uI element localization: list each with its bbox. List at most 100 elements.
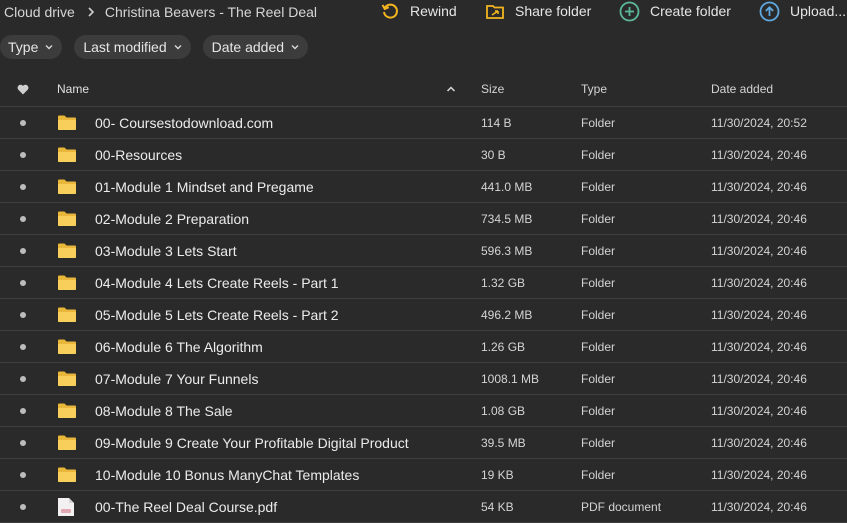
file-name: 05-Module 5 Lets Create Reels - Part 2: [95, 306, 339, 323]
favourite-column-header[interactable]: [17, 72, 29, 106]
folder-icon: [57, 107, 77, 138]
top-bar: Cloud drive Christina Beavers - The Reel…: [0, 0, 847, 24]
filter-last-modified[interactable]: Last modified: [74, 35, 191, 59]
dot-icon: [20, 471, 26, 478]
file-type: Folder: [581, 211, 616, 226]
folder-icon: [57, 459, 77, 490]
file-name: 02-Module 2 Preparation: [95, 210, 250, 227]
dot-icon: [20, 311, 26, 318]
file-size: 1.26 GB: [481, 339, 526, 354]
file-type: PDF document: [581, 499, 662, 514]
file-date-added: 11/30/2024, 20:46: [711, 403, 807, 418]
favourite-toggle[interactable]: [19, 491, 26, 522]
table-row[interactable]: 08-Module 8 The Sale 1.08 GB Folder 11/30/2…: [0, 395, 847, 427]
table-row[interactable]: 02-Module 2 Preparation 734.5 MB Folder 11/…: [0, 203, 847, 235]
table-row[interactable]: 06-Module 6 The Algorithm 1.26 GB Folder 11…: [0, 331, 847, 363]
breadcrumb: Cloud drive Christina Beavers - The Reel…: [0, 4, 317, 20]
table-row[interactable]: 01-Module 1 Mindset and Pregame 441.0 MB F…: [0, 171, 847, 203]
table-row[interactable]: 00-The Reel Deal Course.pdf 54 KB PDF docu…: [0, 491, 847, 523]
dot-icon: [20, 375, 26, 382]
favourite-toggle[interactable]: [19, 299, 26, 330]
column-header-size[interactable]: Size: [481, 72, 504, 106]
folder-icon: [57, 267, 77, 298]
file-type: Folder: [581, 435, 616, 450]
file-name: 10-Module 10 Bonus ManyChat Templates: [95, 466, 360, 483]
chevron-down-icon: [174, 45, 182, 50]
table-row[interactable]: 00- Coursestodownload.com 114 B Folder 11/3…: [0, 107, 847, 139]
filter-date-added[interactable]: Date added: [202, 35, 309, 59]
favourite-toggle[interactable]: [19, 331, 26, 362]
favourite-toggle[interactable]: [19, 107, 26, 138]
table-row[interactable]: 03-Module 3 Lets Start 596.3 MB Folder 11/3…: [0, 235, 847, 267]
file-date-added: 11/30/2024, 20:46: [711, 307, 807, 322]
share-folder-label: Share folder: [515, 3, 592, 19]
favourite-toggle[interactable]: [19, 267, 26, 298]
create-folder-button[interactable]: Create folder: [619, 0, 731, 22]
folder-icon: [57, 363, 77, 394]
dot-icon: [20, 247, 26, 254]
column-header-type[interactable]: Type: [581, 72, 607, 106]
file-size: 1.08 GB: [481, 403, 526, 418]
file-size: 496.2 MB: [481, 307, 533, 322]
table-row[interactable]: 10-Module 10 Bonus ManyChat Templates 19 …: [0, 459, 847, 491]
file-name: 01-Module 1 Mindset and Pregame: [95, 178, 314, 195]
table-row[interactable]: 04-Module 4 Lets Create Reels - Part 1 1.…: [0, 267, 847, 299]
heart-icon: [17, 84, 29, 94]
rewind-icon: [381, 3, 398, 19]
file-size: 1.32 GB: [481, 275, 526, 290]
breadcrumb-cloud-drive[interactable]: Cloud drive: [4, 4, 75, 20]
file-type: Folder: [581, 243, 616, 258]
sort-ascending-icon[interactable]: [446, 72, 456, 106]
plus-circle-icon: [619, 1, 640, 21]
breadcrumb-current-folder[interactable]: Christina Beavers - The Reel Deal: [105, 4, 317, 20]
file-type: Folder: [581, 179, 616, 194]
table-body: 00- Coursestodownload.com 114 B Folder 11/3…: [0, 107, 847, 523]
favourite-toggle[interactable]: [19, 427, 26, 458]
file-name: 03-Module 3 Lets Start: [95, 242, 237, 259]
dot-icon: [20, 279, 26, 286]
folder-icon: [57, 171, 77, 202]
file-type: Folder: [581, 339, 616, 354]
upload-icon: [759, 1, 780, 21]
favourite-toggle[interactable]: [19, 235, 26, 266]
table-row[interactable]: 00-Resources 30 B Folder 11/30/2024, 20:46: [0, 139, 847, 171]
file-size: 441.0 MB: [481, 179, 533, 194]
table-row[interactable]: 05-Module 5 Lets Create Reels - Part 2 49…: [0, 299, 847, 331]
filter-last-modified-label: Last modified: [83, 39, 167, 55]
upload-label: Upload...: [790, 3, 847, 19]
file-name: 09-Module 9 Create Your Profitable Digit…: [95, 434, 409, 451]
column-header-date-added[interactable]: Date added: [711, 72, 773, 106]
share-folder-icon: [486, 5, 504, 19]
share-folder-button[interactable]: Share folder: [485, 0, 591, 22]
file-date-added: 11/30/2024, 20:46: [711, 275, 807, 290]
favourite-toggle[interactable]: [19, 459, 26, 490]
upload-button[interactable]: Upload...: [759, 0, 846, 22]
file-date-added: 11/30/2024, 20:46: [711, 339, 807, 354]
dot-icon: [20, 183, 26, 190]
folder-icon: [57, 395, 77, 426]
favourite-toggle[interactable]: [19, 203, 26, 234]
create-folder-label: Create folder: [650, 3, 731, 19]
folder-icon: [57, 299, 77, 330]
file-type: Folder: [581, 403, 616, 418]
rewind-label: Rewind: [410, 3, 457, 19]
favourite-toggle[interactable]: [19, 139, 26, 170]
folder-icon: [57, 235, 77, 266]
column-header-name[interactable]: Name: [57, 72, 89, 106]
dot-icon: [20, 407, 26, 414]
favourite-toggle[interactable]: [19, 171, 26, 202]
table-row[interactable]: 09-Module 9 Create Your Profitable Digit…: [0, 427, 847, 459]
dot-icon: [20, 439, 26, 446]
file-date-added: 11/30/2024, 20:46: [711, 147, 807, 162]
filter-date-added-label: Date added: [211, 39, 285, 55]
favourite-toggle[interactable]: [19, 363, 26, 394]
file-date-added: 11/30/2024, 20:52: [711, 115, 807, 130]
file-size: 39.5 MB: [481, 435, 526, 450]
filter-type[interactable]: Type: [0, 35, 63, 59]
file-name: 00-Resources: [95, 146, 183, 163]
table-row[interactable]: 07-Module 7 Your Funnels 1008.1 MB Folder 1…: [0, 363, 847, 395]
chevron-down-icon: [291, 45, 299, 50]
favourite-toggle[interactable]: [19, 395, 26, 426]
rewind-button[interactable]: Rewind: [380, 0, 457, 22]
file-size: 54 KB: [481, 499, 514, 514]
